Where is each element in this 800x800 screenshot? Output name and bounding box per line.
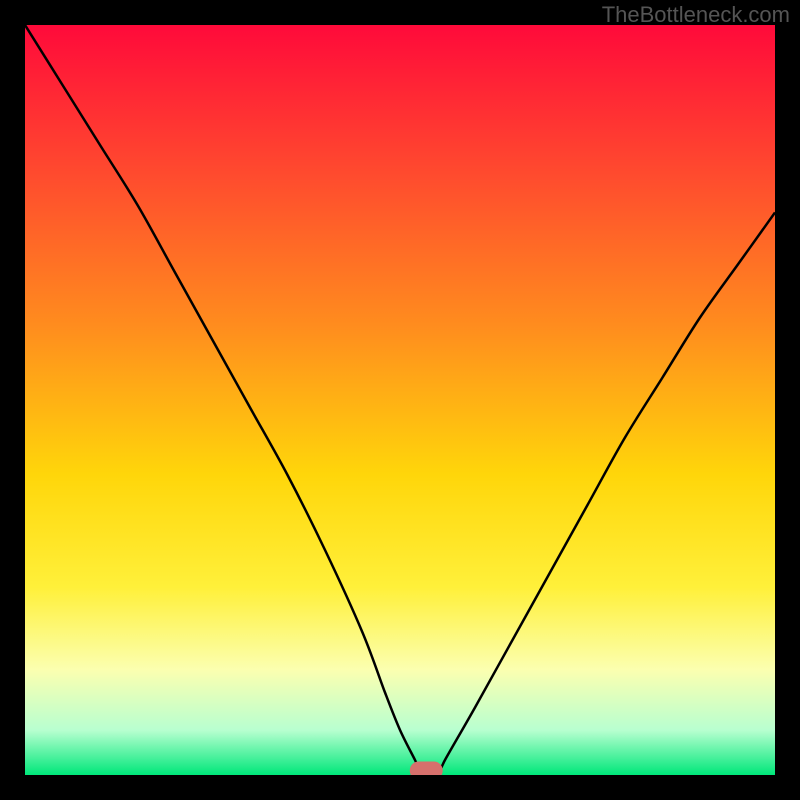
bottleneck-chart [25, 25, 775, 775]
chart-frame: TheBottleneck.com [0, 0, 800, 800]
chart-background [25, 25, 775, 775]
optimal-marker [410, 762, 443, 776]
watermark-text: TheBottleneck.com [602, 2, 790, 28]
